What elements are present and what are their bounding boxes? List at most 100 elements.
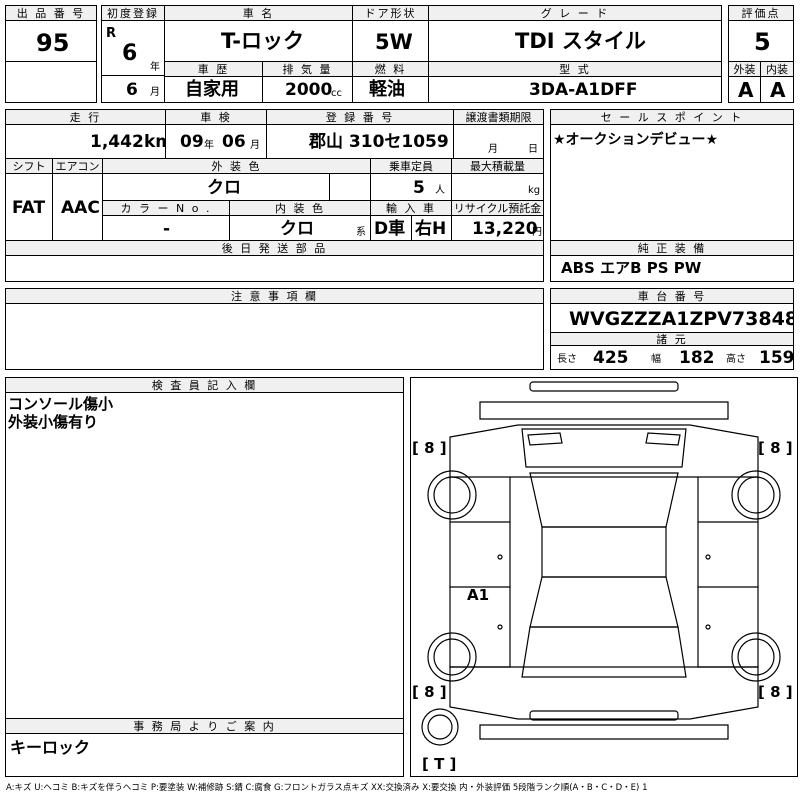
mileage-cell: 1,442 km [5, 124, 166, 159]
ext-score-label: 外装 [728, 61, 761, 77]
mileage-unit: km [144, 132, 165, 152]
int-color-unit: 系 [356, 227, 366, 238]
int-color-label: 内 装 色 [229, 200, 371, 216]
reg-number: 郡山 310セ1059 [309, 132, 449, 152]
tire-front-left-depth: [ 8 ] [412, 439, 447, 457]
fuel: 軽油 [369, 79, 405, 100]
car-name-label: 車 名 [164, 5, 353, 21]
roof [541, 526, 667, 578]
right-front-door [697, 522, 759, 588]
capacity-label: 乗車定員 [370, 158, 452, 174]
model: 3DA-A1DFF [529, 80, 638, 100]
height: 159 [759, 348, 794, 368]
wheel-rear-right [731, 632, 781, 682]
left-door-handle-front [497, 554, 503, 560]
later-parts-label: 後 日 発 送 部 品 [5, 240, 544, 256]
rear-window [529, 576, 679, 628]
history-label: 車 歴 [164, 61, 263, 77]
inspection-year-unit: 年 [204, 140, 214, 151]
ac-cell: AAC [52, 173, 103, 241]
score-label: 評価点 [728, 5, 794, 21]
history-cell: 自家用 [164, 76, 263, 103]
hood-outer [449, 424, 759, 478]
score-cell: 5 [728, 20, 794, 62]
era: R [106, 26, 117, 41]
spare-tire-mark: [ T ] [422, 755, 456, 773]
office-text: キーロック [10, 738, 91, 757]
ext-color: クロ [207, 178, 241, 198]
reg-month: 6 [126, 80, 138, 100]
fuel-cell: 軽油 [352, 76, 429, 103]
score: 5 [754, 28, 771, 56]
recycle-label: リサイクル預託金 [451, 200, 544, 216]
office-cell: キーロック [5, 733, 404, 777]
sales-points-text: ★オークションデビュー★ [553, 132, 719, 148]
windshield [529, 472, 679, 528]
mileage: 1,442 [90, 132, 144, 152]
car-name-cell: T-ロック [164, 20, 353, 62]
lot-blank-cell [5, 61, 97, 103]
wheel-rear-right-inner [737, 638, 775, 676]
wheel-front-right-inner [737, 476, 775, 514]
car-damage-diagram: [ 8 ] [ 8 ] [ 8 ] [ 8 ] [ T ] A1 [412, 381, 793, 773]
hood [521, 428, 687, 468]
left-door-handle-rear [497, 624, 503, 630]
notes-label: 注 意 事 項 欄 [5, 288, 544, 304]
inspection-label: 車 検 [165, 109, 267, 125]
shift: FAT [12, 198, 46, 218]
import-type-cell: D車 [370, 215, 412, 241]
door-cell: 5W [352, 20, 429, 62]
steering: 右H [415, 219, 447, 239]
door-type: 5W [375, 30, 413, 54]
tire-rear-right-depth: [ 8 ] [758, 683, 793, 701]
shift-cell: FAT [5, 173, 53, 241]
right-door-handle-rear [705, 624, 711, 630]
ext-color-cell: クロ [102, 173, 330, 201]
inspection-year: 09 [180, 132, 204, 152]
model-label: 型 式 [428, 61, 722, 77]
right-front-fender [697, 477, 759, 523]
displacement-unit: cc [331, 88, 342, 99]
reg-year-unit: 年 [150, 62, 160, 73]
width-label: 幅 [651, 354, 661, 365]
spare-tire-inner [427, 714, 453, 740]
auction-sheet: 出 品 番 号 95 初度登録 R 6 年 6 月 車 名 T-ロック ドア形状… [0, 0, 800, 800]
length-label: 長さ [557, 354, 577, 365]
car-name: T-ロック [221, 29, 304, 53]
damage-mark-a1: A1 [467, 586, 489, 604]
chassis-label: 車 台 番 号 [550, 288, 794, 304]
ac-label: エアコン [52, 158, 103, 174]
first-reg-label: 初度登録 [101, 5, 165, 21]
color-no-cell: - [102, 215, 230, 241]
damage-legend: A:キズ U:ヘコミ B:キズを伴うヘコミ P:要塗装 W:補修跡 S:錆 C:… [6, 783, 648, 793]
tire-rear-left-depth: [ 8 ] [412, 683, 447, 701]
displacement-label: 排 気 量 [262, 61, 353, 77]
inspection-cell: 09 年 06 月 [165, 124, 267, 159]
genuine-equipment: ABS エアB PS PW [561, 259, 702, 277]
genuine-equipment-cell: ABS エアB PS PW [550, 255, 794, 282]
transfer-month-unit: 月 [488, 144, 498, 155]
left-front-door [449, 522, 511, 588]
chassis-cell: WVGZZZA1ZPV738488 [550, 303, 794, 333]
import-label: 輸 入 車 [370, 200, 452, 216]
ac: AAC [61, 198, 100, 218]
front-grille [479, 401, 729, 420]
ext-color-label: 外 装 色 [102, 158, 371, 174]
inspector-label: 検 査 員 記 入 欄 [5, 377, 404, 393]
capacity-unit: 人 [435, 185, 445, 196]
displacement-cell: 2000 cc [262, 76, 353, 103]
inspector-line-1: コンソール傷小 [8, 395, 114, 413]
first-reg-month-cell: 6 月 [101, 75, 165, 103]
chassis-number: WVGZZZA1ZPV738488 [569, 308, 794, 330]
history: 自家用 [185, 79, 239, 100]
grade-cell: TDI スタイル [428, 20, 722, 62]
int-color: クロ [280, 219, 314, 239]
grade-label: グ レ ー ド [428, 5, 722, 21]
grade: TDI スタイル [515, 29, 646, 53]
headlight-left [527, 432, 563, 446]
lot-number-label: 出 品 番 号 [5, 5, 97, 21]
reg-number-label: 登 録 番 号 [266, 109, 454, 125]
office-label: 事 務 局 よ り ご 案 内 [5, 718, 404, 734]
reg-number-cell: 郡山 310セ1059 [266, 124, 454, 159]
first-reg-cell: R 6 年 [101, 20, 165, 76]
